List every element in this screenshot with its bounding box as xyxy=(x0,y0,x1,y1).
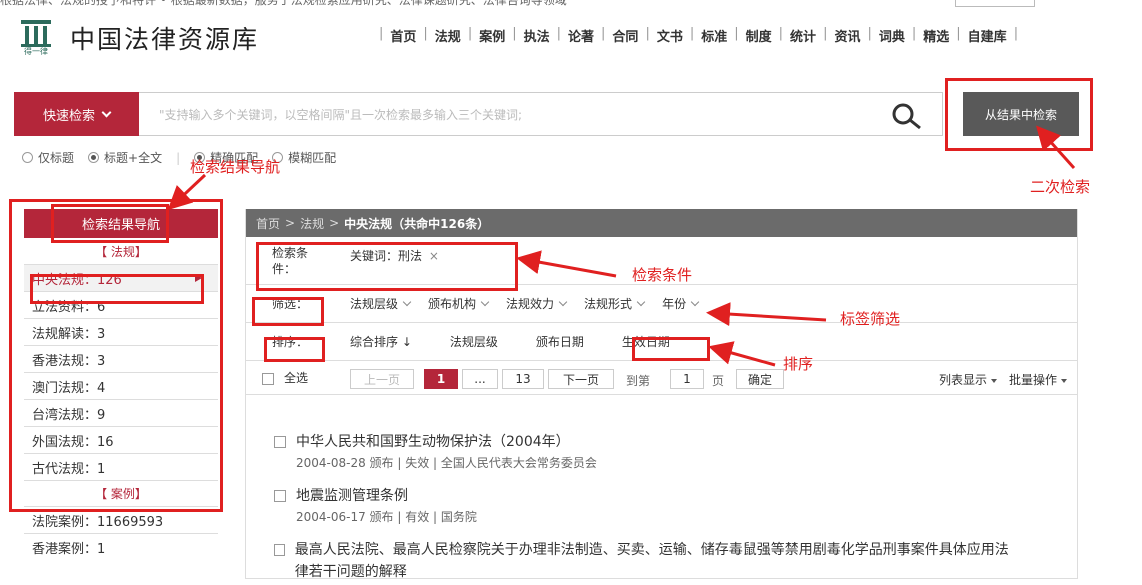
chevron-down-icon xyxy=(690,297,700,307)
result-meta: 2004-08-28 颁布 | 失效 | 全国人民代表大会常务委员会 xyxy=(296,456,597,470)
top-info-strip: 根据法律、法规的授予和特许 • 根据最新数据，服务于法规检索应用研究、法律课题研… xyxy=(0,0,1142,8)
annotation-label-conditions: 检索条件 xyxy=(632,266,693,284)
next-page-button[interactable]: 下一页 xyxy=(548,369,614,389)
nav-item-works[interactable]: 论著 xyxy=(568,26,594,45)
site-logo[interactable]: 得一律 中国法律资源库 xyxy=(16,18,259,58)
quick-search-label: 快速检索 xyxy=(42,108,95,124)
sidebar-item-hongkong-cases[interactable]: 香港案例：1 xyxy=(24,533,218,560)
result-title[interactable]: 中华人民共和国野生动物保护法（2004年） xyxy=(296,431,570,453)
annotation-label-secondary: 二次检索 xyxy=(1030,178,1091,196)
annotation-label-filter: 标签筛选 xyxy=(840,310,901,328)
annotation-box-sidebar xyxy=(9,199,223,512)
result-title[interactable]: 最高人民法院、最高人民检察院关于办理非法制造、买卖、运输、储存毒鼠强等禁用剧毒化… xyxy=(295,539,1014,583)
page-1-button[interactable]: 1 xyxy=(424,369,458,389)
annotation-label-sort: 排序 xyxy=(783,355,814,373)
search-input[interactable]: "支持输入多个关键词，以空格间隔"且一次检索最多输入三个关键词; xyxy=(139,92,943,136)
checkbox-icon[interactable] xyxy=(274,490,286,502)
goto-label: 到第 xyxy=(626,374,651,388)
option-title-fulltext[interactable]: 标题+全文 xyxy=(88,149,162,166)
annotation-label-nav: 检索结果导航 xyxy=(190,158,281,176)
chevron-down-icon xyxy=(402,297,412,307)
chevron-down-icon xyxy=(636,297,646,307)
radio-checked-icon xyxy=(88,152,100,163)
checkbox-icon xyxy=(262,372,274,385)
batch-operations-dropdown[interactable]: 批量操作 xyxy=(1009,371,1067,388)
sort-comprehensive[interactable]: 综合排序 ↓ xyxy=(350,333,412,350)
breadcrumb-current: 中央法规（共命中126条） xyxy=(344,216,490,231)
annotation-box-sidebar-title xyxy=(51,204,169,243)
result-meta: 2004-06-17 颁布 | 有效 | 国务院 xyxy=(296,510,477,524)
search-options: 仅标题 标题+全文 | 精确匹配 模糊匹配 xyxy=(22,149,336,166)
nav-item-statistics[interactable]: 统计 xyxy=(790,26,816,45)
search-icon[interactable] xyxy=(890,101,924,131)
page-13-button[interactable]: 13 xyxy=(502,369,544,389)
chevron-down-icon xyxy=(480,297,490,307)
option-fuzzy-match[interactable]: 模糊匹配 xyxy=(272,149,336,166)
nav-item-systems[interactable]: 制度 xyxy=(746,26,772,45)
annotation-box-secondary-search xyxy=(945,78,1093,151)
nav-item-cases[interactable]: 案例 xyxy=(479,26,505,45)
result-title[interactable]: 地震监测管理条例 xyxy=(296,485,408,507)
page-unit: 页 xyxy=(712,374,725,388)
list-item: 地震监测管理条例 2004-06-17 颁布 | 有效 | 国务院 xyxy=(274,485,1034,525)
sort-law-level[interactable]: 法规层级 xyxy=(450,333,498,350)
annotation-box-filter xyxy=(252,297,324,326)
goto-page-input[interactable]: 1 xyxy=(670,369,704,389)
nav-item-news[interactable]: 资讯 xyxy=(834,26,860,45)
filter-law-level[interactable]: 法规层级 xyxy=(350,295,412,312)
nav-item-home[interactable]: 首页 xyxy=(390,26,416,45)
top-navigation: | 首页 | 法规 | 案例 | 执法 | 论著 | 合同 | 文书 | 标准 | 制度 | 统计… xyxy=(379,26,1019,45)
search-bar: 快速检索 "支持输入多个关键词，以空格间隔"且一次检索最多输入三个关键词; xyxy=(14,92,943,136)
breadcrumb-home[interactable]: 首页 xyxy=(256,215,280,232)
list-item: 最高人民法院、最高人民检察院关于办理非法制造、买卖、运输、储存毒鼠强等禁用剧毒化… xyxy=(274,539,1014,583)
nav-item-custom-library[interactable]: 自建库 xyxy=(968,26,1007,45)
caret-down-icon xyxy=(1061,378,1067,383)
logo-name: 中国法律资源库 xyxy=(70,25,260,54)
search-placeholder: "支持输入多个关键词，以空格间隔"且一次检索最多输入三个关键词; xyxy=(159,107,523,122)
annotation-box-sort xyxy=(264,337,325,362)
checkbox-icon[interactable] xyxy=(274,544,285,556)
annotation-box-conditions xyxy=(256,242,518,291)
logo-mark-icon: 得一律 xyxy=(16,18,56,58)
top-info-text: 根据法律、法规的授予和特许 • 根据最新数据，服务于法规检索应用研究、法律课题研… xyxy=(0,0,567,7)
radio-icon xyxy=(22,152,33,163)
list-display-dropdown[interactable]: 列表显示 xyxy=(939,371,997,388)
page-ellipsis: ... xyxy=(462,369,498,389)
quick-search-dropdown[interactable]: 快速检索 xyxy=(14,92,139,136)
checkbox-icon[interactable] xyxy=(274,436,286,448)
nav-item-dictionary[interactable]: 词典 xyxy=(879,26,905,45)
goto-confirm-button[interactable]: 确定 xyxy=(736,369,784,389)
chevron-down-icon xyxy=(101,107,112,117)
annotation-box-sort-date xyxy=(632,337,710,361)
list-item: 中华人民共和国野生动物保护法（2004年） 2004-08-28 颁布 | 失效… xyxy=(274,431,1034,471)
filter-year[interactable]: 年份 xyxy=(662,295,700,312)
breadcrumb-laws[interactable]: 法规 xyxy=(300,215,324,232)
annotation-box-central-laws xyxy=(30,274,204,304)
nav-item-standards[interactable]: 标准 xyxy=(701,26,727,45)
option-title-only[interactable]: 仅标题 xyxy=(22,149,74,166)
filter-law-validity[interactable]: 法规效力 xyxy=(506,295,568,312)
caret-down-icon xyxy=(990,378,997,383)
top-login-button[interactable] xyxy=(955,0,1035,7)
sort-issue-date[interactable]: 颁布日期 xyxy=(536,333,584,350)
logo-subtext: 得一律 xyxy=(24,47,48,56)
chevron-down-icon xyxy=(558,297,568,307)
filter-law-form[interactable]: 法规形式 xyxy=(584,295,646,312)
nav-item-enforcement[interactable]: 执法 xyxy=(524,26,550,45)
prev-page-button[interactable]: 上一页 xyxy=(350,369,414,389)
select-all-checkbox[interactable]: 全选 xyxy=(262,369,308,386)
nav-item-contracts[interactable]: 合同 xyxy=(612,26,638,45)
nav-item-selected[interactable]: 精选 xyxy=(923,26,949,45)
nav-item-documents[interactable]: 文书 xyxy=(657,26,683,45)
pagination-row: 全选 上一页 1 ... 13 下一页 到第 1 页 确定 列表显示 批量操作 xyxy=(246,361,1077,395)
breadcrumb: 首页 > 法规 > 中央法规（共命中126条） xyxy=(246,209,1077,237)
filter-issuing-body[interactable]: 颁布机构 xyxy=(428,295,490,312)
nav-item-laws[interactable]: 法规 xyxy=(435,26,461,45)
